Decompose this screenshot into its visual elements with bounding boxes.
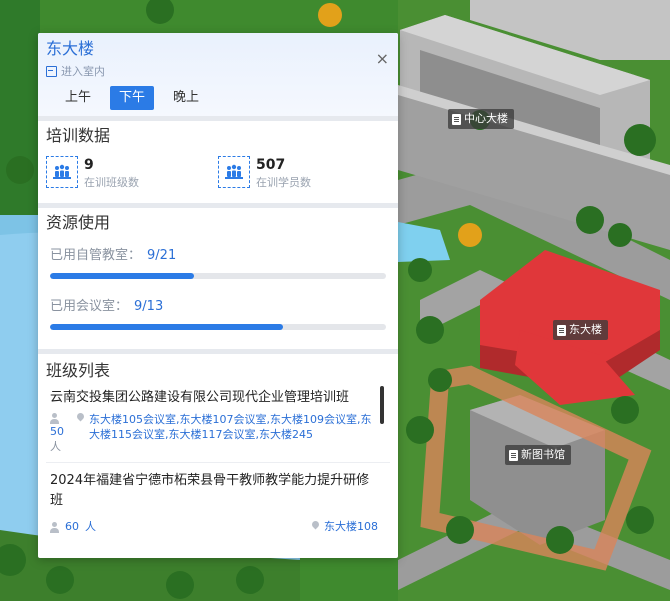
resource-row-classroom: 已用自管教室： 9/21 [46,248,390,264]
training-stats: 9 在训班级数 507 在训学员数 [46,155,390,195]
resource-title: 资源使用 [46,213,111,232]
enter-icon [46,65,57,77]
class-count-label: 在训班级数 [84,176,139,189]
map-label-center-building[interactable]: 中心大楼 [448,109,514,129]
class-list-title: 班级列表 [46,361,111,380]
location-icon [76,413,85,425]
panel-header: 东大楼 进入室内 × 上午 下午 晚上 [38,33,398,116]
list-item[interactable]: 云南交投集团公路建设有限公司现代企业管理培训班 50 人 东大楼105会议室,东… [46,388,390,454]
training-section: 培训数据 9 在训班级数 507 在训学员数 [38,116,398,203]
location-icon [311,521,320,533]
map-label-text: 东大楼 [569,323,602,336]
class-meta: 50 人 东大楼105会议室,东大楼107会议室,东大楼109会议室,东大楼11… [50,412,378,454]
resource-row-meeting: 已用会议室： 9/13 [46,299,390,315]
class-group-icon [46,156,78,188]
trainee-group-icon [218,156,250,188]
resource-section: 资源使用 已用自管教室： 9/21 已用会议室： 9/13 [38,203,398,349]
meeting-progress-fill [50,324,283,330]
building-icon [509,449,518,461]
panel-title: 东大楼 [46,39,95,58]
classroom-value: 9/21 [147,248,177,263]
class-list-section: 班级列表 云南交投集团公路建设有限公司现代企业管理培训班 50 人 东大楼105… [38,349,398,558]
map-label-text: 新图书馆 [521,448,565,461]
building-icon [557,324,566,336]
person-icon [50,521,59,533]
time-tabs: 上午 下午 晚上 [56,86,208,110]
stat-trainee-count: 507 在训学员数 [218,155,390,195]
building-icon [452,113,461,125]
map-label-east-building[interactable]: 东大楼 [553,320,608,340]
map-label-text: 中心大楼 [464,112,508,125]
headcount-value: 60 [65,520,79,533]
tab-afternoon[interactable]: 下午 [110,86,155,110]
class-headcount: 50 人 [50,412,76,454]
classroom-progress-track [50,273,386,279]
headcount-unit: 人 [50,440,61,453]
class-name: 云南交投集团公路建设有限公司现代企业管理培训班 [50,390,350,405]
class-list-scrollbar[interactable] [380,386,384,424]
rooms-value: 东大楼105会议室,东大楼107会议室,东大楼109会议室,东大楼115会议室,… [89,413,372,441]
trainee-count-value: 507 [256,157,286,173]
building-info-panel: 东大楼 进入室内 × 上午 下午 晚上 培训数据 9 在训班级数 507 在训学… [38,33,398,558]
tab-morning[interactable]: 上午 [56,86,100,110]
meeting-progress-track [50,324,386,330]
close-button[interactable]: × [376,51,389,67]
list-item[interactable]: 2024年福建省宁德市柘荣县骨干教师教学能力提升研修班 60 人 东大楼108 [46,471,390,534]
classroom-progress-fill [50,273,194,279]
class-name: 2024年福建省宁德市柘荣县骨干教师教学能力提升研修班 [50,473,370,508]
class-meta: 60 人 东大楼108 [50,519,378,534]
class-headcount: 60 人 [50,519,311,534]
person-icon [50,412,59,424]
classroom-label: 已用自管教室： [50,248,142,263]
tab-evening[interactable]: 晚上 [164,86,208,110]
meeting-room-label: 已用会议室： [50,299,129,314]
training-title: 培训数据 [46,126,111,145]
stat-class-count: 9 在训班级数 [46,155,218,195]
list-divider [46,462,390,463]
headcount-value: 50 [50,425,64,438]
class-rooms: 东大楼105会议室,东大楼107会议室,东大楼109会议室,东大楼115会议室,… [76,412,378,454]
map-label-new-library[interactable]: 新图书馆 [505,445,571,465]
headcount-unit: 人 [85,520,96,533]
class-list[interactable]: 云南交投集团公路建设有限公司现代企业管理培训班 50 人 东大楼105会议室,东… [46,382,390,558]
class-count-value: 9 [84,157,94,173]
rooms-value: 东大楼108 [324,520,378,533]
meeting-room-value: 9/13 [134,299,164,314]
class-rooms: 东大楼108 [311,519,378,534]
enter-room-label: 进入室内 [61,65,105,78]
trainee-count-label: 在训学员数 [256,176,311,189]
enter-room-link[interactable]: 进入室内 [46,63,390,79]
